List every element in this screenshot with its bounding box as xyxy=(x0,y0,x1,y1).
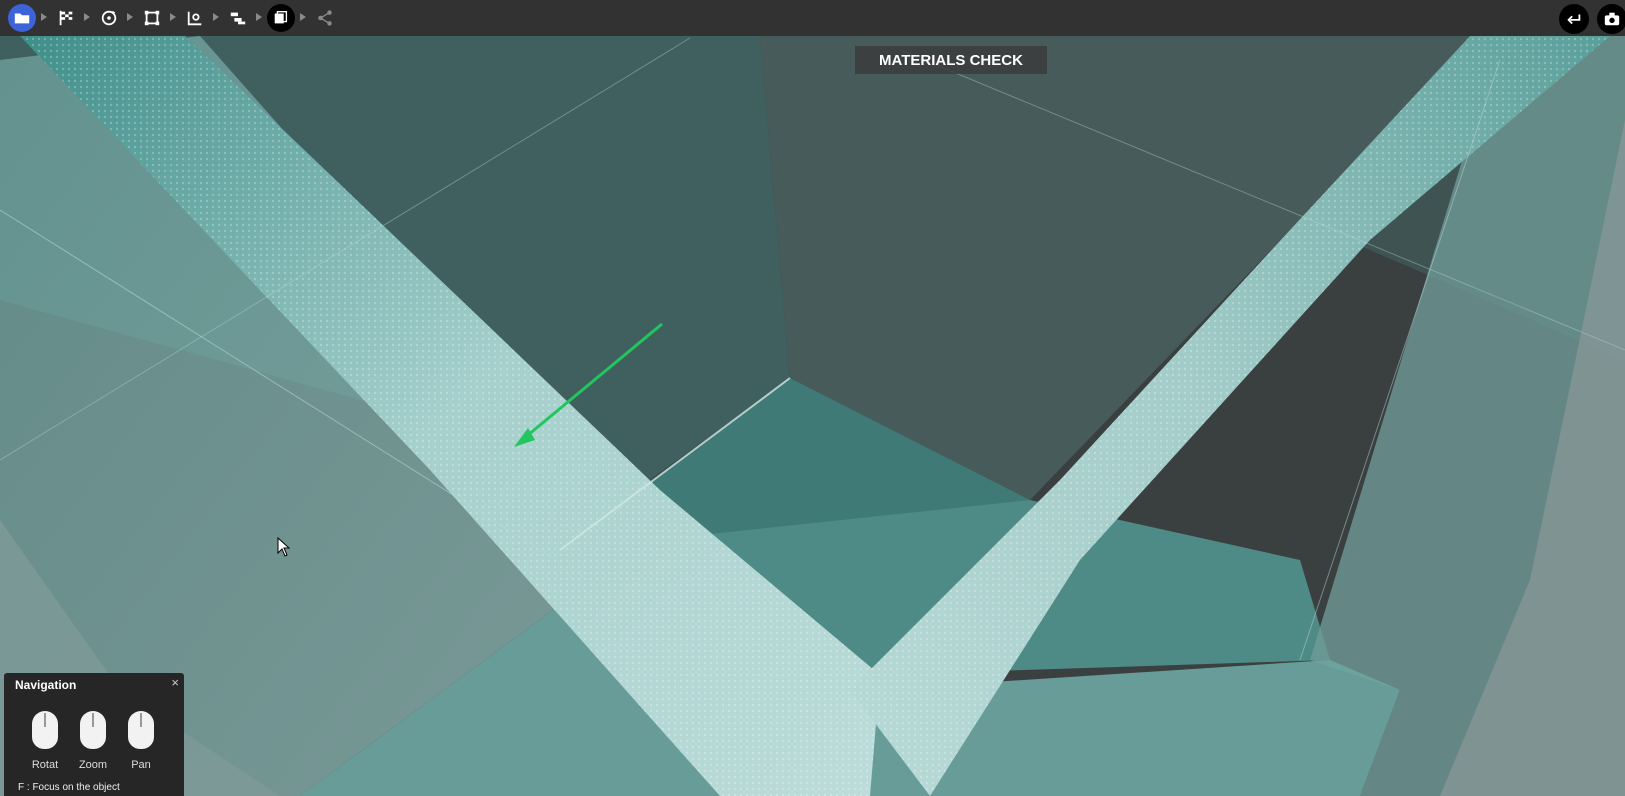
mouse-scroll-icon xyxy=(80,711,106,749)
mouse-left-click-icon xyxy=(32,711,58,749)
frame-icon[interactable] xyxy=(138,4,166,32)
materials-icon[interactable] xyxy=(267,4,295,32)
share-icon[interactable] xyxy=(311,4,339,32)
step-arrow-icon xyxy=(127,13,133,21)
rotate-label: Rotat xyxy=(31,759,59,771)
navigation-panel: Navigation × Rotat Zoom Pan F : Focus on… xyxy=(4,673,184,796)
mode-title: MATERIALS CHECK xyxy=(855,46,1047,74)
close-icon[interactable]: × xyxy=(171,675,179,690)
step-arrow-icon xyxy=(213,13,219,21)
navigation-title: Navigation xyxy=(15,678,77,692)
step-arrow-icon xyxy=(84,13,90,21)
focus-hint: F : Focus on the object xyxy=(18,782,120,793)
rotate-icon[interactable] xyxy=(95,4,123,32)
folder-icon[interactable] xyxy=(8,4,36,32)
checkered-flag-icon[interactable] xyxy=(52,4,80,32)
pan-label: Pan xyxy=(131,759,151,771)
step-arrow-icon xyxy=(256,13,262,21)
camera-icon[interactable] xyxy=(1597,4,1625,34)
mouse-right-click-icon xyxy=(128,711,154,749)
step-arrow-icon xyxy=(41,13,47,21)
3d-viewport[interactable] xyxy=(0,36,1625,796)
inspect-icon[interactable] xyxy=(181,4,209,32)
zoom-label: Zoom xyxy=(78,759,108,771)
step-arrow-icon xyxy=(300,13,306,21)
undo-icon[interactable] xyxy=(1559,4,1589,34)
step-arrow-icon xyxy=(170,13,176,21)
mouse-cursor-icon xyxy=(277,537,291,557)
layers-icon[interactable] xyxy=(224,4,252,32)
3d-scene[interactable] xyxy=(0,36,1625,796)
top-toolbar xyxy=(0,0,1625,36)
